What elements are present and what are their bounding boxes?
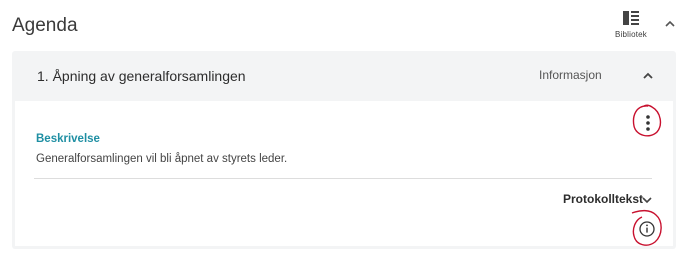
more-vertical-icon [646, 115, 650, 131]
chevron-up-icon [665, 20, 675, 27]
collapse-section-button[interactable] [663, 17, 677, 31]
agenda-item-card: 1. Åpning av generalforsamlingen Informa… [12, 51, 676, 249]
description-text: Generalforsamlingen vil bli åpnet av sty… [36, 153, 288, 165]
protocol-text-label[interactable]: Protokolltekst [563, 192, 643, 206]
more-options-button[interactable] [643, 113, 653, 133]
protocol-expand-button[interactable] [640, 194, 654, 206]
library-label: Bibliotek [614, 30, 648, 39]
page-title: Agenda [12, 15, 78, 36]
info-button[interactable] [638, 220, 656, 238]
divider [34, 178, 652, 179]
agenda-item-collapse-button[interactable] [641, 70, 655, 82]
agenda-item-body: Beskrivelse Generalforsamlingen vil bli … [15, 101, 673, 246]
description-heading: Beskrivelse [36, 133, 100, 145]
chevron-up-icon [643, 72, 653, 79]
agenda-item-type: Informasjon [539, 68, 602, 82]
chevron-down-icon [642, 197, 652, 204]
agenda-item-header[interactable]: 1. Åpning av generalforsamlingen Informa… [12, 51, 676, 101]
agenda-item-title: 1. Åpning av generalforsamlingen [37, 68, 246, 84]
info-icon [639, 221, 655, 237]
library-icon [623, 11, 639, 25]
library-button[interactable]: Bibliotek [608, 8, 654, 42]
